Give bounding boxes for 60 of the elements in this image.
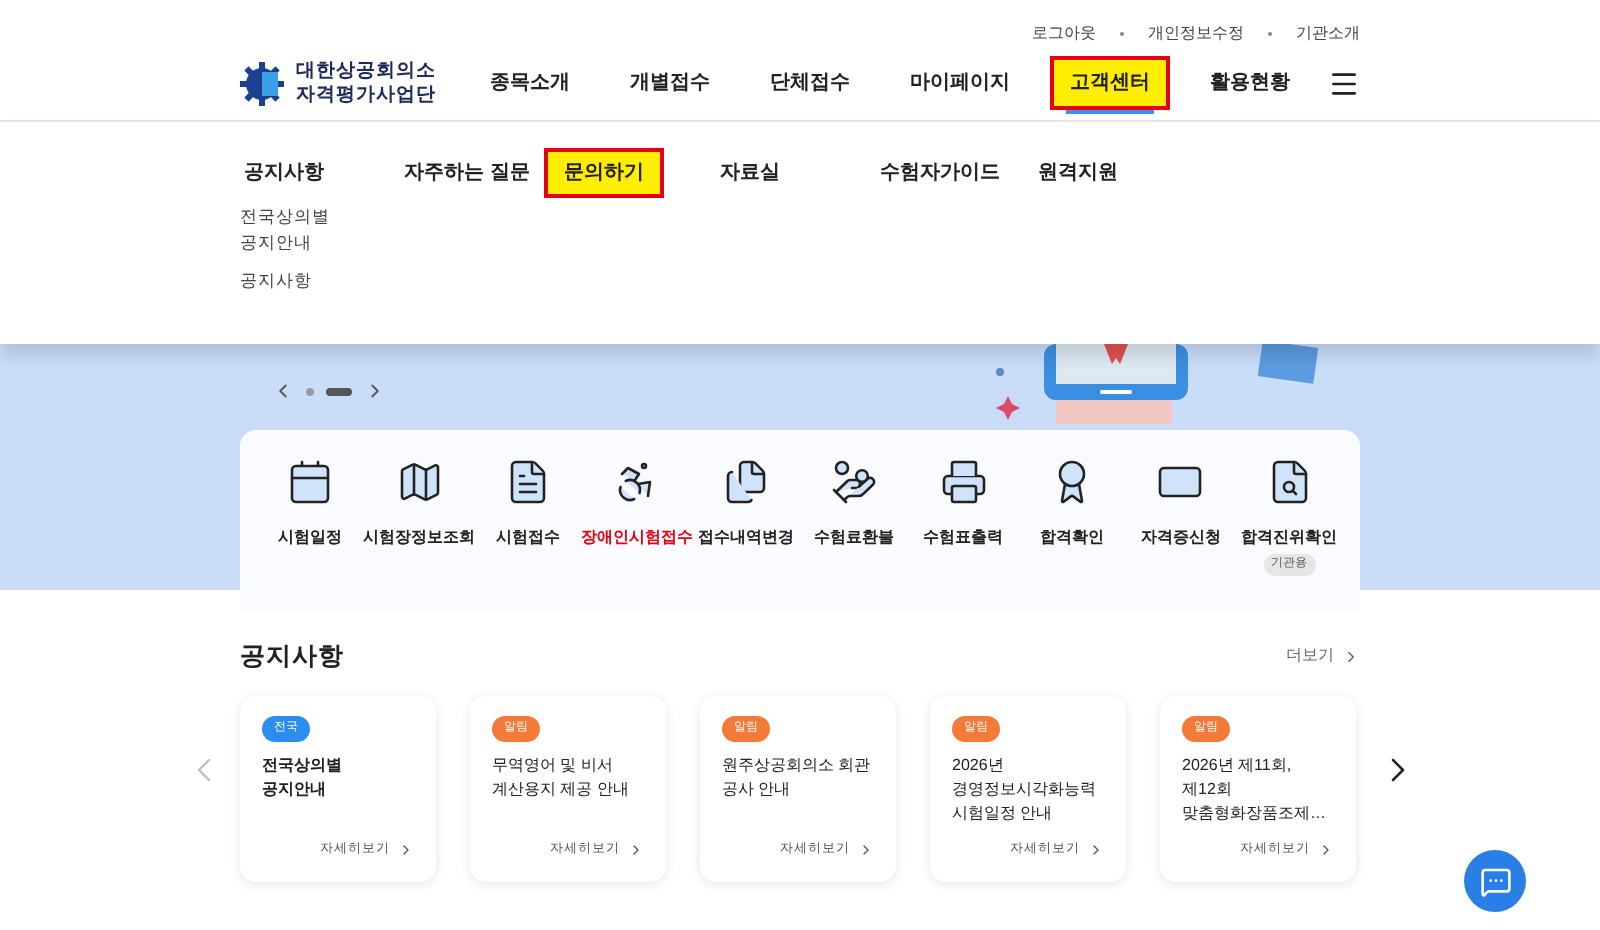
- quick-menu-item[interactable]: 시험일정: [256, 458, 365, 610]
- quick-menu-item[interactable]: 접수내역변경: [691, 458, 800, 610]
- nav-tab[interactable]: 활용현황: [1190, 56, 1310, 110]
- files-icon: [721, 458, 770, 506]
- submenu-tab[interactable]: 원격지원: [1034, 148, 1122, 198]
- logo-text: 대한상공회의소: [296, 59, 436, 83]
- logo-text: 자격평가사업단: [296, 83, 436, 107]
- quick-menu-label: 시험일정: [278, 526, 343, 550]
- notice-title: 2026년 경영정보시각화능력 시험일정 안내: [952, 753, 1098, 826]
- submenu-link[interactable]: 공지사항: [240, 268, 400, 294]
- hand-coins-icon: [830, 458, 879, 506]
- calendar-icon: [286, 458, 335, 506]
- quick-menu-label: 시험장정보조회: [363, 526, 476, 550]
- quick-menu-label: 접수내역변경: [697, 526, 794, 550]
- chevron-right-icon: [628, 841, 644, 858]
- quick-menu-label: 자격증신청: [1140, 526, 1221, 550]
- submenu-tab[interactable]: 문의하기: [544, 148, 664, 198]
- quick-menu-item[interactable]: 합격확인: [1017, 458, 1127, 610]
- quick-menu-item[interactable]: 시험장정보조회: [364, 458, 474, 610]
- chevron-right-icon: [398, 841, 414, 858]
- notice-title: 2026년 제11회, 제12회 맞춤형화장품조제…: [1182, 753, 1328, 826]
- quick-menu-label: 수험료환불: [814, 526, 895, 550]
- quick-menu-label: 합격확인: [1039, 526, 1104, 550]
- quick-menu-item[interactable]: 자격증신청: [1126, 458, 1236, 610]
- utility-link[interactable]: 로그아웃: [1032, 22, 1096, 46]
- submenu-tab[interactable]: 자주하는 질문: [400, 148, 534, 198]
- chevron-right-icon: [1342, 647, 1360, 666]
- printer-icon: [939, 458, 988, 506]
- nav-tab[interactable]: 마이페이지: [890, 56, 1030, 110]
- chevron-right-icon: [1318, 841, 1334, 858]
- chevron-right-icon: [1088, 841, 1104, 858]
- nav-tab[interactable]: 개별접수: [610, 56, 730, 110]
- notice-title: 전국상의별 공지안내: [262, 753, 344, 802]
- section-title: 공지사항: [240, 640, 344, 674]
- submenu-link[interactable]: 전국상의별 공지안내: [240, 204, 400, 256]
- submenu-tab[interactable]: 수험자가이드: [876, 148, 1004, 198]
- gear-logo-icon: [240, 61, 284, 105]
- more-link[interactable]: 더보기: [1286, 644, 1360, 669]
- quick-menu-label: 장애인시험접수: [580, 526, 693, 550]
- quick-menu-label: 합격진위확인: [1241, 526, 1338, 550]
- quick-menu-item[interactable]: 시험접수: [473, 458, 583, 610]
- quick-menu-label: 수험표출력: [923, 526, 1004, 550]
- map-icon: [395, 458, 444, 506]
- utility-link[interactable]: 개인정보수정: [1148, 22, 1244, 46]
- utility-link[interactable]: 기관소개: [1296, 22, 1360, 46]
- nav-tab[interactable]: 고객센터: [1050, 56, 1170, 110]
- notice-title: 무역영어 및 비서 계산용지 제공 안내: [492, 753, 631, 802]
- submenu-tab[interactable]: 공지사항: [240, 148, 328, 198]
- chat-icon: [1479, 865, 1511, 897]
- quick-menu-item[interactable]: 수험표출력: [908, 458, 1018, 610]
- quick-menu-item[interactable]: 수험료환불: [799, 458, 909, 610]
- quick-menu-label: 시험접수: [495, 526, 560, 550]
- notice-title: 원주상공회의소 회관 공사 안내: [722, 753, 873, 802]
- submenu-tab[interactable]: 자료실: [716, 148, 784, 198]
- chevron-right-icon: [858, 841, 874, 858]
- nav-tab[interactable]: 종목소개: [470, 56, 590, 110]
- nav-tab[interactable]: 단체접수: [750, 56, 870, 110]
- chat-button[interactable]: [1464, 850, 1526, 912]
- menu-icon[interactable]: [1328, 67, 1360, 99]
- quick-menu-item[interactable]: 장애인시험접수: [582, 458, 692, 610]
